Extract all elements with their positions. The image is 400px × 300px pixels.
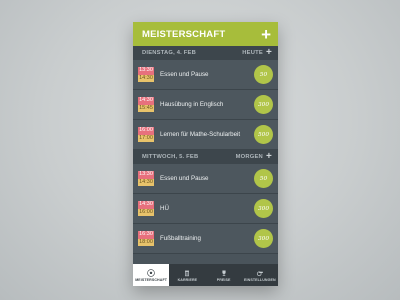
page-title: MEISTERSCHAFT — [142, 28, 226, 40]
trophy-icon — [222, 269, 226, 276]
plus-icon[interactable]: + — [261, 26, 271, 43]
day-add-group[interactable]: HEUTE + — [242, 48, 272, 58]
tab-label: MEISTERSCHAFT — [135, 277, 168, 282]
tab-preise[interactable]: PREISE — [206, 264, 242, 286]
list-item[interactable]: 13:30 14:30 Essen und Pause 50 — [133, 164, 278, 194]
end-time: 14:30 — [138, 74, 154, 82]
start-time: 16:00 — [138, 127, 154, 135]
time-range: 16:00 17:00 — [138, 127, 154, 142]
tab-karriere[interactable]: KARRIERE — [169, 264, 205, 286]
tab-einstellungen[interactable]: EINSTELLUNGEN — [242, 264, 278, 286]
list-item[interactable]: 16:30 18:00 Fußballtraining 300 — [133, 224, 278, 254]
points-badge: 300 — [254, 199, 273, 218]
list-item[interactable]: 16:00 17:00 Lernen für Mathe-Schularbeit… — [133, 120, 278, 150]
entry-title: Fußballtraining — [160, 234, 201, 242]
day-date: MITTWOCH, 5. FEB — [142, 154, 199, 160]
entry-title: Essen und Pause — [160, 174, 209, 182]
points-badge: 300 — [254, 95, 273, 114]
day-relative-label: MORGEN — [235, 154, 263, 160]
entry-title: Lernen für Mathe-Schularbeit — [160, 130, 241, 138]
time-range: 16:30 18:00 — [138, 231, 154, 246]
day-header: DIENSTAG, 4. FEB HEUTE + — [133, 46, 278, 60]
entry-title: HÜ — [160, 204, 169, 212]
start-time: 13:30 — [138, 67, 154, 75]
tab-meisterschaft[interactable]: MEISTERSCHAFT — [133, 264, 170, 286]
tab-label: PREISE — [216, 277, 231, 282]
day-date: DIENSTAG, 4. FEB — [142, 50, 196, 56]
day-header: MITTWOCH, 5. FEB MORGEN + — [133, 150, 278, 164]
list-item[interactable]: 14:30 16:00 HÜ 300 — [133, 194, 278, 224]
day-relative-label: HEUTE — [242, 50, 263, 56]
time-range: 14:30 15:45 — [138, 97, 154, 112]
header-bar: MEISTERSCHAFT + — [133, 22, 278, 46]
soccer-ball-icon — [147, 268, 155, 277]
whistle-icon — [256, 271, 263, 276]
end-time: 16:00 — [138, 208, 154, 216]
points-badge: 300 — [254, 229, 273, 248]
tab-label: KARRIERE — [177, 277, 198, 282]
list-item[interactable]: 14:30 15:45 Hausübung in Englisch 300 — [133, 90, 278, 120]
time-range: 13:30 14:30 — [138, 67, 154, 82]
start-time: 16:30 — [138, 231, 154, 239]
tab-bar: MEISTERSCHAFT KARRIERE PREISE EINSTELLUN… — [133, 264, 278, 286]
points-badge: 50 — [254, 65, 273, 84]
app-screen: MEISTERSCHAFT + DIENSTAG, 4. FEB HEUTE +… — [133, 22, 278, 286]
end-time: 17:00 — [138, 134, 154, 142]
tab-label: EINSTELLUNGEN — [244, 277, 276, 282]
points-badge: 50 — [254, 169, 273, 188]
entry-title: Essen und Pause — [160, 70, 209, 78]
plus-icon[interactable]: + — [266, 48, 272, 58]
start-time: 14:30 — [138, 97, 154, 105]
time-range: 14:30 16:00 — [138, 201, 154, 216]
list-item[interactable]: 13:30 14:30 Essen und Pause 50 — [133, 60, 278, 90]
entry-title: Hausübung in Englisch — [160, 100, 224, 108]
plus-icon[interactable]: + — [266, 152, 272, 162]
end-time: 15:45 — [138, 104, 154, 112]
start-time: 14:30 — [138, 201, 154, 209]
day-add-group[interactable]: MORGEN + — [236, 152, 272, 162]
end-time: 18:00 — [138, 238, 154, 246]
start-time: 13:30 — [138, 171, 154, 179]
time-range: 13:30 14:30 — [138, 171, 154, 186]
end-time: 14:30 — [138, 178, 154, 186]
trash-icon — [185, 270, 190, 276]
points-badge: 500 — [254, 125, 273, 144]
